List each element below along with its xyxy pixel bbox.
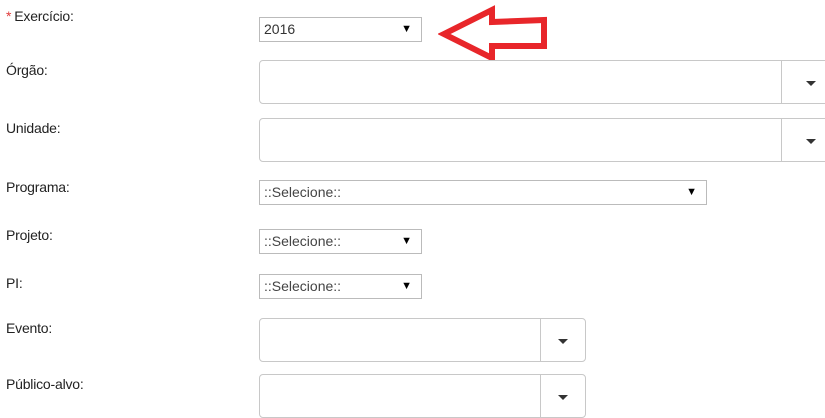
required-marker: * — [6, 8, 12, 24]
exercicio-value: 2016 — [264, 21, 296, 37]
chevron-down-icon: ▼ — [401, 235, 412, 247]
unidade-label: Unidade: — [6, 120, 61, 136]
caret-down-icon[interactable] — [558, 395, 568, 400]
orgao-label: Órgão: — [6, 62, 48, 78]
unidade-combobox[interactable] — [259, 118, 825, 162]
caret-down-icon[interactable] — [806, 139, 816, 144]
orgao-combobox[interactable] — [259, 60, 825, 104]
chevron-down-icon: ▼ — [401, 280, 412, 292]
exercicio-select[interactable]: 2016 ▼ — [259, 17, 422, 42]
programa-label: Programa: — [6, 179, 70, 195]
programa-select[interactable]: ::Selecione:: ▼ — [259, 180, 707, 205]
chevron-down-icon: ▼ — [686, 186, 697, 198]
exercicio-label: * Exercício: — [6, 8, 74, 24]
publico-alvo-label: Público-alvo: — [6, 376, 84, 392]
exercicio-label-text: Exercício: — [14, 8, 74, 24]
programa-value: ::Selecione:: — [264, 184, 342, 200]
annotation-arrow-icon — [438, 5, 547, 62]
projeto-select[interactable]: ::Selecione:: ▼ — [259, 229, 422, 254]
projeto-value: ::Selecione:: — [264, 233, 342, 249]
projeto-label: Projeto: — [6, 227, 53, 243]
chevron-down-icon: ▼ — [401, 23, 412, 35]
evento-combobox[interactable] — [259, 318, 586, 362]
caret-down-icon[interactable] — [558, 339, 568, 344]
pi-label: PI: — [6, 275, 23, 291]
pi-select[interactable]: ::Selecione:: ▼ — [259, 274, 422, 299]
evento-label: Evento: — [6, 320, 53, 336]
pi-value: ::Selecione:: — [264, 278, 342, 294]
caret-down-icon[interactable] — [806, 81, 816, 86]
publico-alvo-combobox[interactable] — [259, 374, 586, 418]
